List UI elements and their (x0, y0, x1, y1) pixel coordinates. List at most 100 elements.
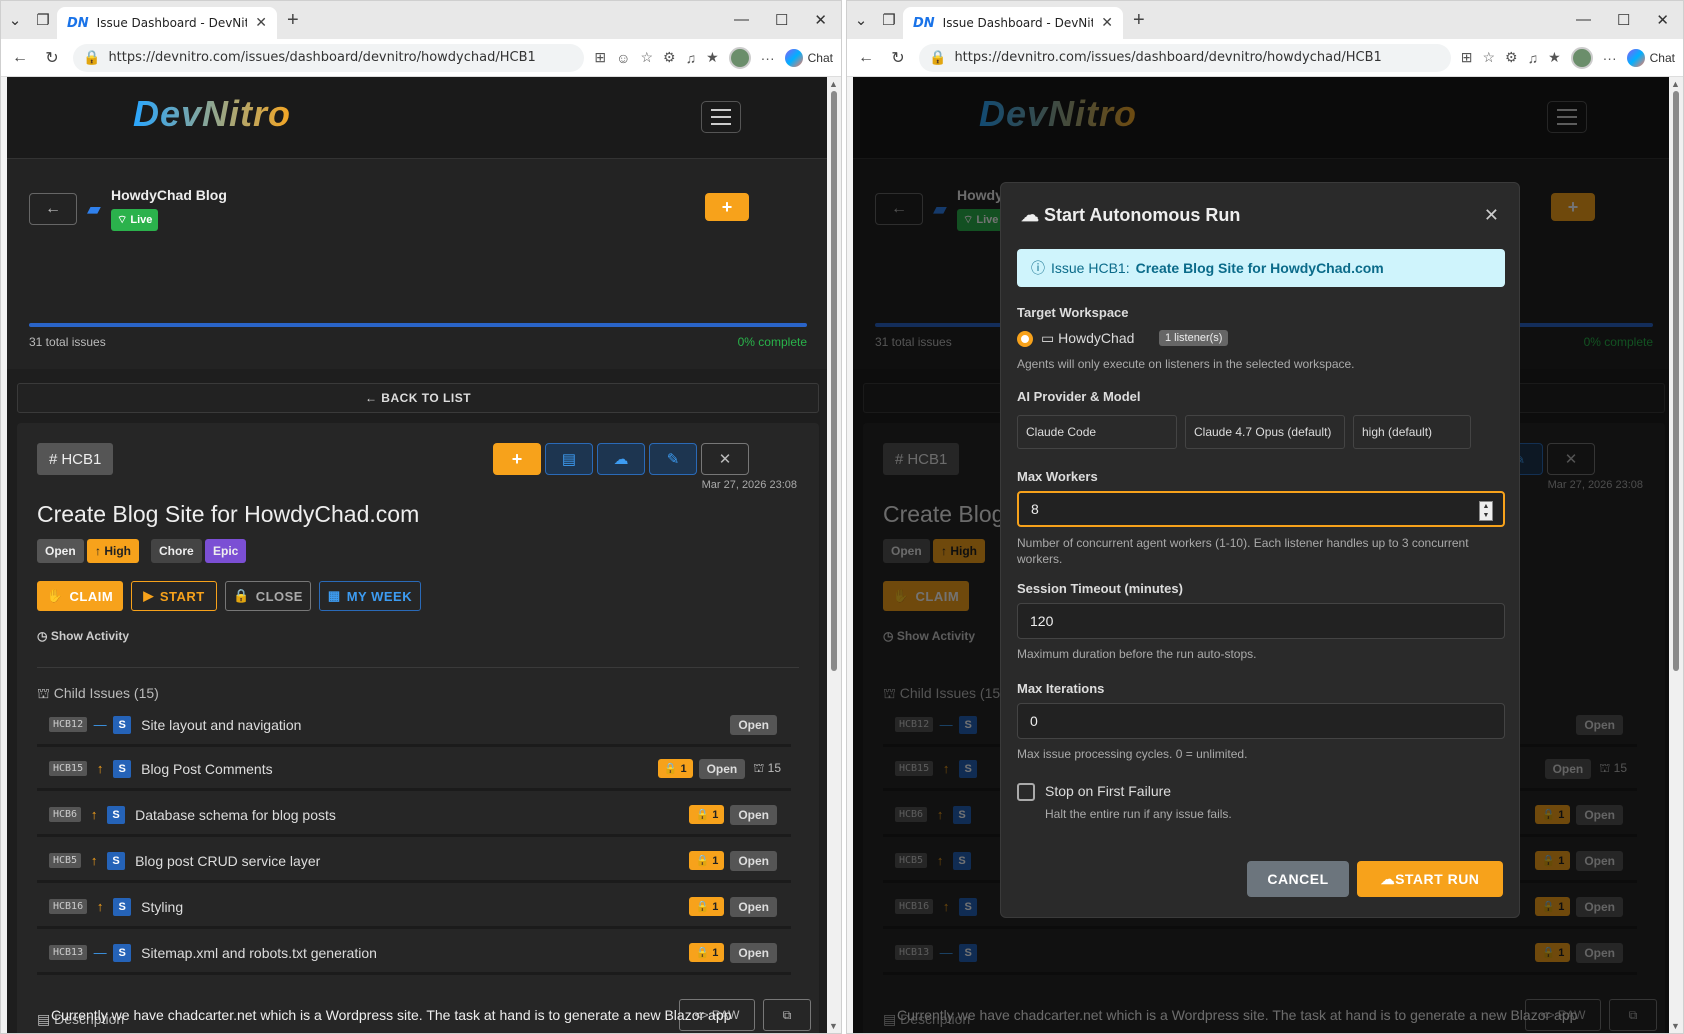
profile-avatar[interactable] (728, 46, 751, 69)
iterations-hint: Max issue processing cycles. 0 = unlimit… (1017, 747, 1248, 761)
stop-on-failure-checkbox[interactable] (1017, 783, 1035, 801)
reader-icon[interactable]: ⊞ (594, 49, 606, 66)
cancel-button[interactable]: CANCEL (1247, 861, 1349, 897)
refresh-icon[interactable]: ↻ (887, 48, 909, 68)
tab-title: Issue Dashboard - DevNitro (942, 16, 1094, 30)
url-text: https://devnitro.com/issues/dashboard/de… (108, 50, 536, 65)
media-icon[interactable]: ♫ (686, 50, 697, 66)
minimize-icon[interactable]: — (1576, 11, 1591, 29)
start-button[interactable]: ▶ START (131, 581, 217, 611)
number-stepper[interactable]: ▲ ▼ (1479, 501, 1493, 521)
model-select[interactable]: Claude 4.7 Opus (default) (1185, 415, 1345, 449)
browser-tab[interactable]: DN Issue Dashboard - DevNitro ✕ (57, 7, 277, 39)
back-to-list-button[interactable]: ← BACK TO LIST (17, 383, 819, 413)
minimize-icon[interactable]: — (734, 11, 749, 29)
favorites-icon[interactable]: ★ (706, 49, 719, 66)
table-row[interactable]: HCB16 ↑ S Styling 🔒 1 Open (37, 887, 791, 929)
extension-icon[interactable]: ☺ (616, 50, 630, 66)
refresh-icon[interactable]: ↻ (41, 48, 63, 68)
workspace-radio[interactable] (1017, 331, 1033, 347)
reader-icon[interactable]: ⊞ (1461, 49, 1473, 66)
issue-info-alert: ⓘ Issue HCB1: Create Blog Site for Howdy… (1017, 249, 1505, 287)
extensions-puzzle-icon[interactable]: ⚙ (1505, 49, 1518, 66)
edit-pencil-icon[interactable]: ✎ (649, 443, 697, 475)
add-issue-button[interactable]: + (705, 193, 749, 221)
table-row[interactable]: HCB12 — S Site layout and navigation Ope… (37, 705, 791, 747)
close-tab-icon[interactable]: ✕ (1101, 15, 1113, 31)
modal-close-icon[interactable]: ✕ (1484, 205, 1499, 226)
copilot-chat-button[interactable]: Chat (784, 48, 833, 67)
priority-icon: — (93, 945, 107, 960)
table-row[interactable]: HCB13 — S Sitemap.xml and robots.txt gen… (37, 933, 791, 975)
comment-icon[interactable]: ▤ (545, 443, 593, 475)
profile-avatar[interactable] (1570, 46, 1593, 69)
provider-select[interactable]: Claude Code (1017, 415, 1177, 449)
hamburger-menu-icon[interactable] (701, 101, 741, 133)
favorite-star-icon[interactable]: ☆ (1482, 49, 1495, 66)
table-row[interactable]: HCB5 ↑ S Blog post CRUD service layer 🔒 … (37, 841, 791, 883)
page-scrollbar[interactable]: ▲ ▼ (1669, 77, 1683, 1033)
close-issue-icon[interactable]: ✕ (701, 443, 749, 475)
browser-tab[interactable]: DN Issue Dashboard - DevNitro ✕ (903, 7, 1123, 39)
new-tab-icon[interactable]: + (287, 9, 299, 32)
brand-logo[interactable]: DevNitro (133, 93, 291, 135)
back-icon[interactable]: ← (9, 49, 31, 67)
favorites-icon[interactable]: ★ (1548, 49, 1561, 66)
app-header: DevNitro (7, 77, 829, 159)
workspaces-icon[interactable]: ❐ (875, 6, 903, 34)
iterations-input[interactable]: 0 (1017, 703, 1505, 739)
issue-title: Create Blog Site for HowdyChad.com (37, 501, 420, 527)
story-icon: S (107, 851, 126, 870)
table-row[interactable]: HCB6 ↑ S Database schema for blog posts … (37, 795, 791, 837)
story-icon: S (113, 897, 132, 916)
new-tab-icon[interactable]: + (1133, 9, 1145, 32)
close-button[interactable]: 🔒 CLOSE (225, 581, 311, 611)
lock-count: 🔒 1 (689, 805, 725, 824)
page-scrollbar[interactable]: ▲ ▼ (827, 77, 841, 1033)
table-row[interactable]: HCB15 ↑ S Blog Post Comments 🔒 1 Open ⛫ … (37, 749, 791, 791)
max-workers-input[interactable]: 8 ▲ ▼ (1017, 491, 1505, 527)
info-icon: ⓘ (1031, 260, 1045, 276)
more-icon[interactable]: ··· (1603, 50, 1617, 66)
workspace-name[interactable]: ▭ HowdyChad (1041, 330, 1134, 347)
copilot-chat-button[interactable]: Chat (1626, 48, 1675, 67)
priority-badge: ↑ High (87, 539, 140, 563)
claim-button[interactable]: ✋ CLAIM (37, 581, 123, 611)
tab-list-icon[interactable]: ⌄ (1, 6, 29, 34)
url-field[interactable]: 🔒 https://devnitro.com/issues/dashboard/… (73, 43, 585, 72)
media-icon[interactable]: ♫ (1528, 50, 1539, 66)
close-window-icon[interactable]: ✕ (1656, 11, 1669, 29)
child-count: ⛫ 15 (753, 760, 781, 775)
start-run-button[interactable]: ☁ START RUN (1357, 861, 1503, 897)
favorite-star-icon[interactable]: ☆ (640, 49, 653, 66)
timeout-input[interactable]: 120 (1017, 603, 1505, 639)
maximize-icon[interactable]: ☐ (775, 11, 788, 29)
back-icon[interactable]: ← (855, 49, 877, 67)
project-name: HowdyChad Blog (111, 187, 227, 203)
extensions-puzzle-icon[interactable]: ⚙ (663, 49, 676, 66)
close-tab-icon[interactable]: ✕ (255, 15, 267, 31)
effort-select[interactable]: high (default) (1353, 415, 1471, 449)
my-week-button[interactable]: ▦ MY WEEK (319, 581, 421, 611)
issue-link[interactable]: Create Blog Site for HowdyChad.com (1136, 260, 1384, 276)
issue-card: # HCB1 + ▤ ☁ ✎ ✕ Mar 27, 2026 23:08 Crea… (17, 423, 819, 1033)
more-icon[interactable]: ··· (761, 50, 775, 66)
timeout-label: Session Timeout (minutes) (1017, 581, 1183, 596)
robot-run-icon[interactable]: ☁ (597, 443, 645, 475)
maximize-icon[interactable]: ☐ (1617, 11, 1630, 29)
workspaces-icon[interactable]: ❐ (29, 6, 57, 34)
story-icon: S (113, 759, 132, 778)
browser-window-left: ⌄ ❐ DN Issue Dashboard - DevNitro ✕ + — … (0, 0, 842, 1034)
window-controls: — ☐ ✕ (734, 11, 841, 29)
close-window-icon[interactable]: ✕ (814, 11, 827, 29)
tab-title: Issue Dashboard - DevNitro (96, 16, 248, 30)
story-icon: S (113, 943, 132, 962)
url-text: https://devnitro.com/issues/dashboard/de… (954, 50, 1382, 65)
copy-icon[interactable]: ⧉ (763, 999, 811, 1031)
add-child-button[interactable]: + (493, 443, 541, 475)
url-field[interactable]: 🔒 https://devnitro.com/issues/dashboard/… (919, 43, 1451, 72)
tab-list-icon[interactable]: ⌄ (847, 6, 875, 34)
priority-icon: ↑ (96, 761, 104, 776)
back-arrow-button[interactable]: ← (29, 193, 77, 225)
show-activity-link[interactable]: ◷ Show Activity (37, 629, 129, 643)
